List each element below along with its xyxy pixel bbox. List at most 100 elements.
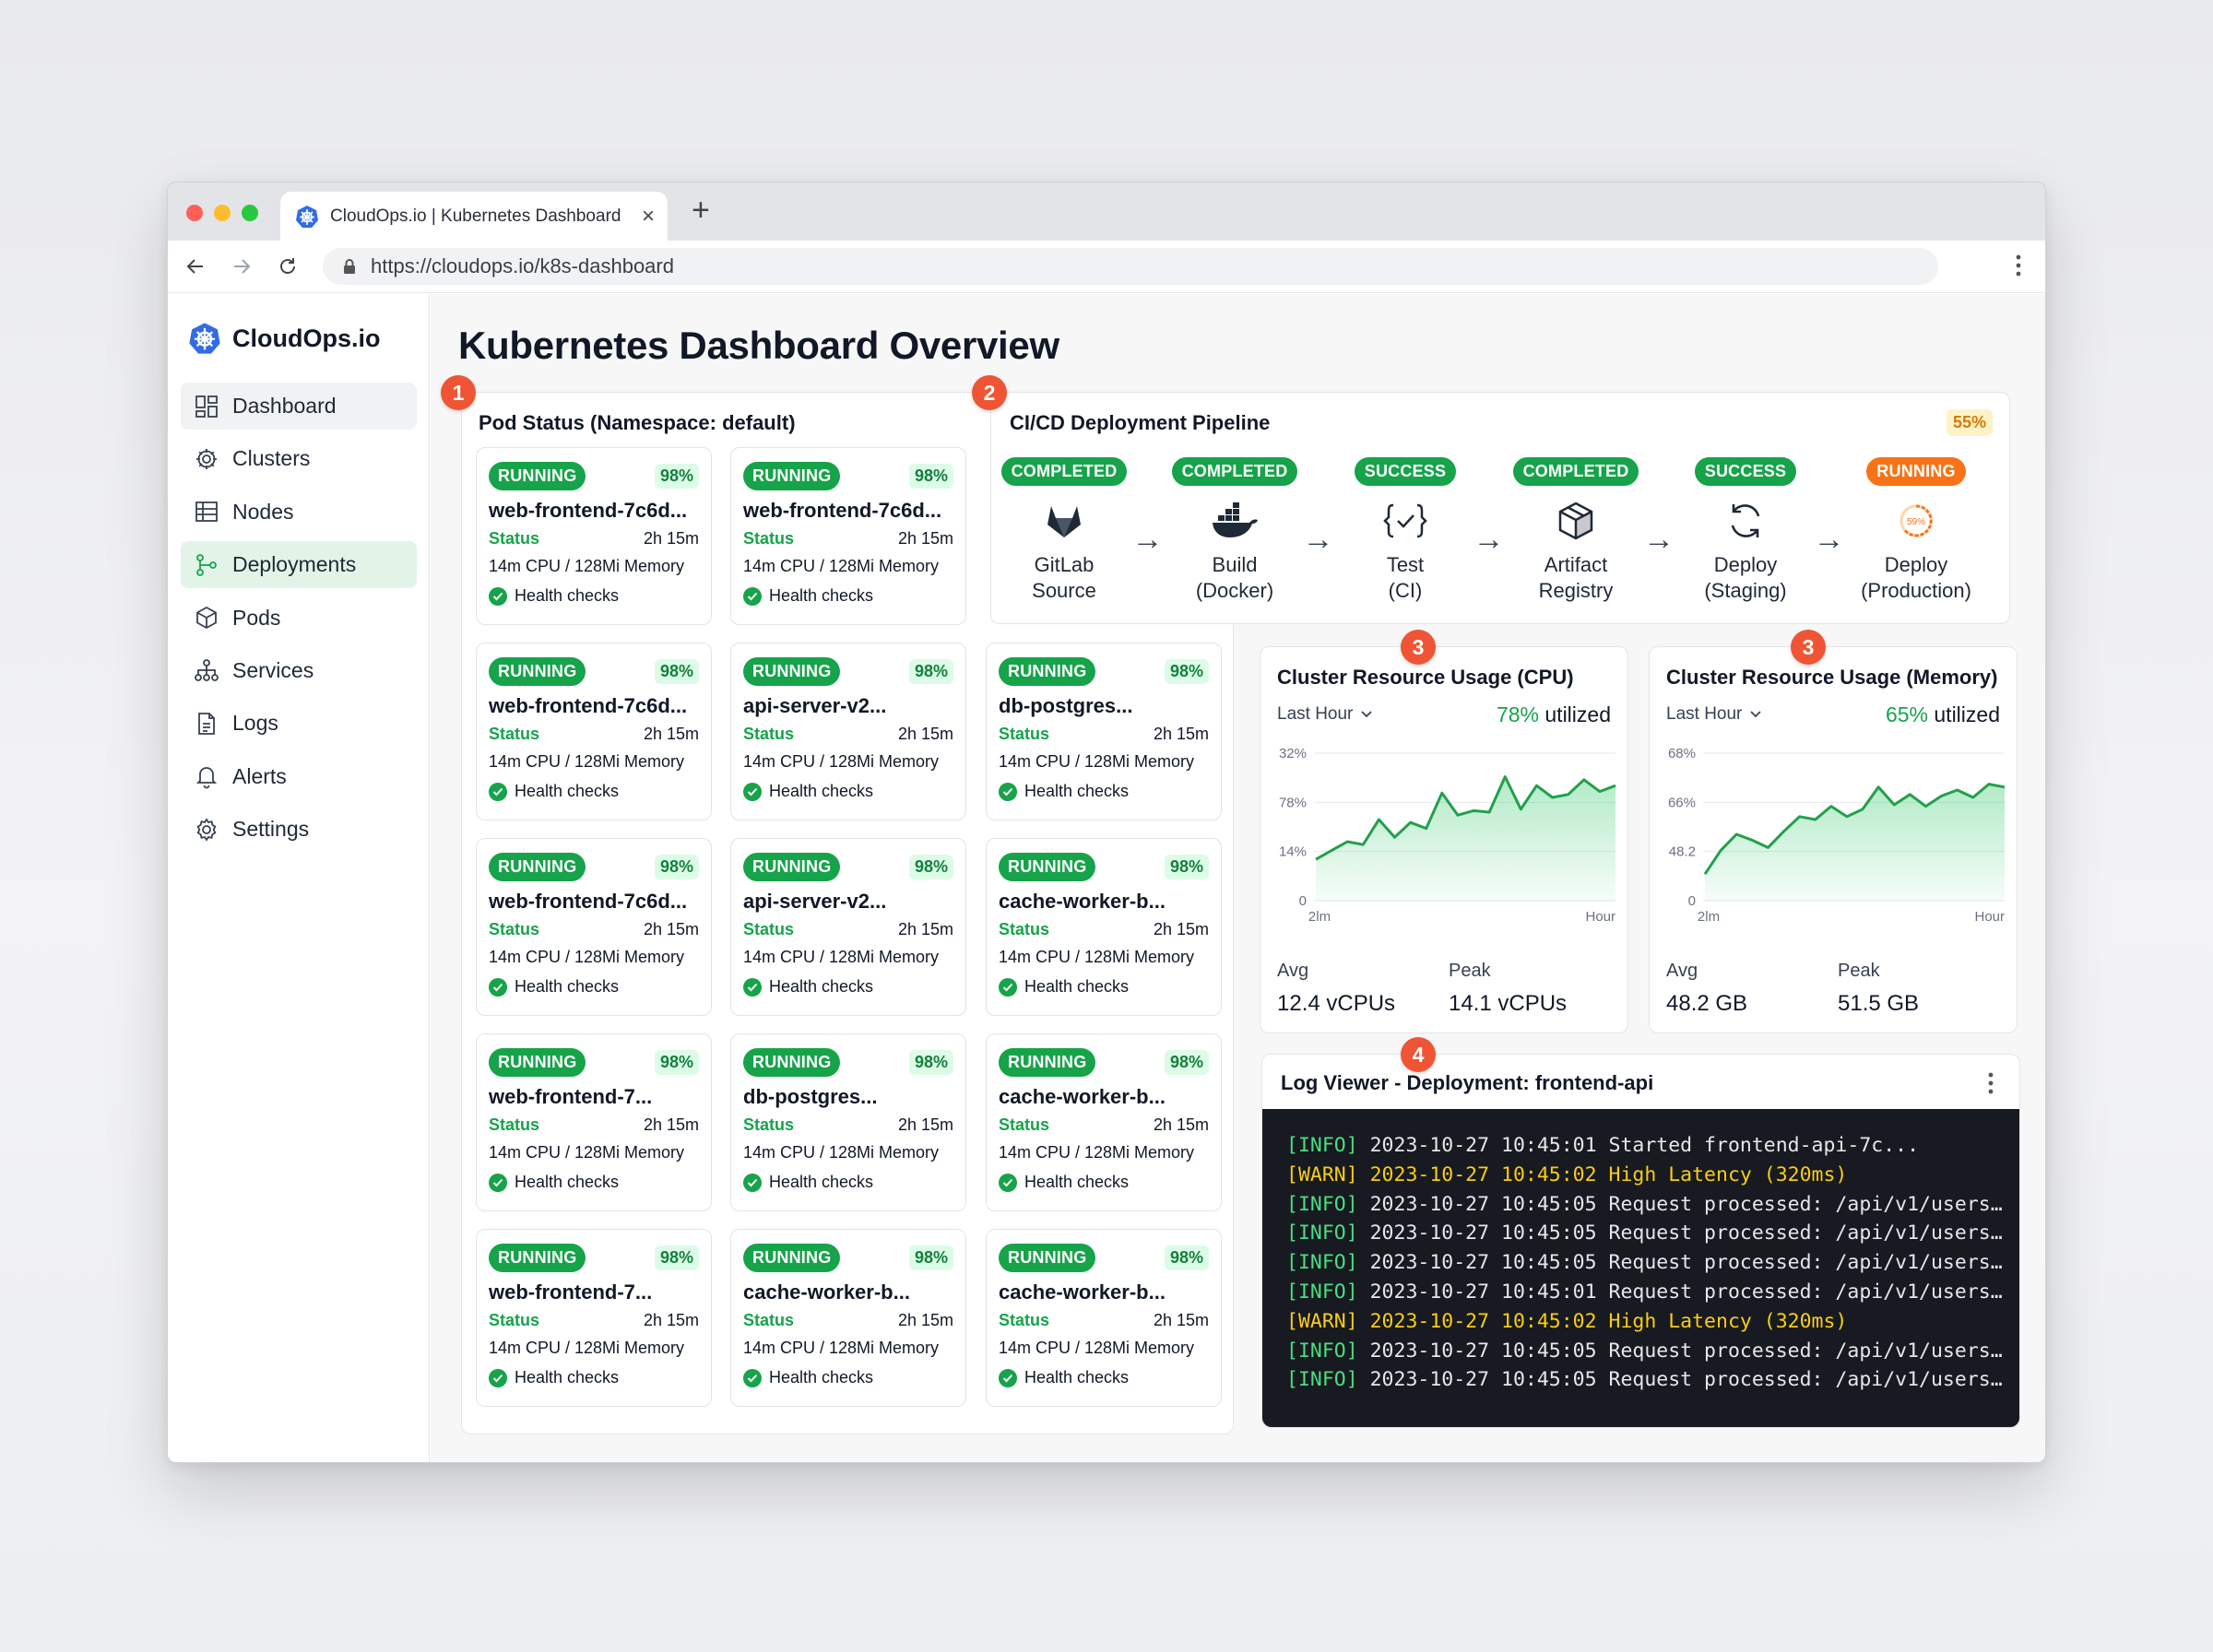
pod-status-label: Status bbox=[489, 1115, 540, 1134]
pod-card[interactable]: RUNNING 98% web-frontend-7... Status 2h 15m 1… bbox=[476, 1229, 712, 1407]
sidebar-item-pods[interactable]: Pods bbox=[181, 595, 417, 642]
pipeline-stage[interactable]: COMPLETED Artifact Registry bbox=[1511, 457, 1640, 604]
log-line: [INFO] 2023-10-27 10:45:01 Started front… bbox=[1286, 1131, 1995, 1161]
pod-age: 2h 15m bbox=[1153, 725, 1209, 743]
pod-card[interactable]: RUNNING 98% web-frontend-7c6d... Status 2h 1… bbox=[476, 838, 712, 1016]
pod-name: web-frontend-7c6d... bbox=[489, 499, 688, 522]
cpu-util-suffix: utilized bbox=[1544, 702, 1611, 726]
sidebar-item-label: Nodes bbox=[232, 499, 294, 524]
log-message: 2023-10-27 10:45:01 Started frontend-api… bbox=[1357, 1134, 1920, 1157]
pod-card[interactable]: RUNNING 98% db-postgres... Status 2h 15m 14m … bbox=[986, 643, 1222, 820]
pod-name: api-server-v2... bbox=[743, 890, 887, 913]
pipeline-stage[interactable]: RUNNING 59% Deploy (Production) bbox=[1852, 457, 1981, 604]
sidebar-item-dashboard[interactable]: Dashboard bbox=[181, 383, 417, 430]
pod-status-label: Status bbox=[999, 1311, 1050, 1329]
minimize-window-dot[interactable] bbox=[214, 205, 231, 221]
sidebar-item-nodes[interactable]: Nodes bbox=[181, 489, 417, 536]
pod-card[interactable]: RUNNING 98% cache-worker-b... Status 2h 15m 1… bbox=[986, 838, 1222, 1016]
marker-3-memory: 3 bbox=[1791, 630, 1826, 665]
pod-status-label: Status bbox=[999, 725, 1050, 743]
pod-health-percent: 98% bbox=[908, 658, 953, 684]
pod-status-badge: RUNNING bbox=[999, 1047, 1096, 1077]
pod-name: db-postgres... bbox=[999, 694, 1133, 717]
pod-name: web-frontend-7c6d... bbox=[489, 694, 688, 717]
pod-health-percent: 98% bbox=[908, 1245, 953, 1270]
brand-name: CloudOps.io bbox=[232, 324, 381, 352]
log-level: [WARN] bbox=[1286, 1162, 1358, 1186]
sidebar-item-deployments[interactable]: Deployments bbox=[181, 541, 417, 589]
forward-icon[interactable] bbox=[227, 252, 256, 281]
pod-card[interactable]: RUNNING 98% web-frontend-7... Status 2h 15m 1… bbox=[476, 1033, 712, 1211]
cpu-x-tick-label: 2lm bbox=[1308, 909, 1331, 925]
pipeline-stage[interactable]: COMPLETED GitLab Source bbox=[1000, 457, 1129, 604]
log-level: [INFO] bbox=[1286, 1221, 1358, 1245]
stage-status-badge: SUCCESS bbox=[1354, 457, 1457, 486]
pod-status-badge: RUNNING bbox=[489, 1243, 586, 1272]
pod-status-badge: RUNNING bbox=[489, 1047, 586, 1077]
memory-range-dropdown[interactable]: Last Hour bbox=[1666, 704, 1762, 725]
pipeline-stage[interactable]: SUCCESS Test (CI) bbox=[1341, 457, 1470, 604]
sidebar-item-alerts[interactable]: Alerts bbox=[181, 753, 417, 800]
check-circle-icon bbox=[999, 1368, 1017, 1387]
stage-label-line1: Test bbox=[1386, 553, 1425, 576]
pipeline-panel: CI/CD Deployment Pipeline 55% COMPLETED G… bbox=[990, 392, 2010, 624]
pod-card[interactable]: RUNNING 98% api-server-v2... Status 2h 15m 14… bbox=[730, 643, 966, 820]
cpu-range-dropdown[interactable]: Last Hour bbox=[1277, 704, 1373, 725]
reload-icon[interactable] bbox=[273, 252, 302, 281]
pod-health-percent: 98% bbox=[654, 1245, 699, 1270]
maximize-window-dot[interactable] bbox=[242, 205, 258, 221]
log-menu-icon[interactable] bbox=[1988, 1071, 1994, 1100]
browser-tab[interactable]: CloudOps.io | Kubernetes Dashboard × bbox=[280, 192, 668, 241]
cpu-avg-label: Avg bbox=[1277, 961, 1309, 981]
sidebar-item-logs[interactable]: Logs bbox=[181, 700, 417, 747]
new-tab-icon[interactable]: + bbox=[692, 195, 710, 226]
log-level: [INFO] bbox=[1286, 1339, 1358, 1363]
stage-label-line2: Registry bbox=[1538, 579, 1614, 602]
page-title: Kubernetes Dashboard Overview bbox=[458, 324, 1059, 367]
ring-text: 59% bbox=[1907, 517, 1925, 527]
log-message: 2023-10-27 10:45:02 High Latency (320ms) bbox=[1357, 1309, 1848, 1333]
pod-health-label: Health checks bbox=[769, 977, 874, 996]
pod-status-badge: RUNNING bbox=[999, 656, 1096, 686]
pipeline-stage[interactable]: SUCCESS Deploy (Staging) bbox=[1681, 457, 1810, 604]
address-bar: https://cloudops.io/k8s-dashboard bbox=[168, 241, 2045, 293]
close-window-dot[interactable] bbox=[186, 205, 203, 221]
pod-card[interactable]: RUNNING 98% web-frontend-7c6d... Status 2h 1… bbox=[476, 447, 712, 625]
memory-y-tick-label: 48.2 bbox=[1669, 844, 1696, 860]
log-message: 2023-10-27 10:45:01 Request processed: /… bbox=[1357, 1280, 2003, 1304]
log-terminal[interactable]: [INFO] 2023-10-27 10:45:01 Started front… bbox=[1262, 1109, 2019, 1427]
sidebar-item-services[interactable]: Services bbox=[181, 647, 417, 694]
pod-status-label: Status bbox=[743, 725, 795, 743]
browser-menu-icon[interactable] bbox=[2016, 254, 2021, 282]
pod-card[interactable]: RUNNING 98% cache-worker-b... Status 2h 15m 1… bbox=[730, 1229, 966, 1407]
check-circle-icon bbox=[489, 1173, 507, 1192]
sidebar-item-clusters[interactable]: Clusters bbox=[181, 435, 417, 482]
pipeline-stage[interactable]: COMPLETED Build (Docker) bbox=[1170, 457, 1299, 604]
pod-resources: 14m CPU / 128Mi Memory bbox=[489, 948, 685, 966]
stage-label-line2: (CI) bbox=[1388, 579, 1423, 602]
back-icon[interactable] bbox=[181, 252, 210, 281]
pod-card[interactable]: RUNNING 98% cache-worker-b... Status 2h 15m 1… bbox=[986, 1229, 1222, 1407]
url-field[interactable]: https://cloudops.io/k8s-dashboard bbox=[323, 248, 1938, 285]
brand-logo[interactable]: CloudOps.io bbox=[188, 322, 380, 355]
pod-status-badge: RUNNING bbox=[489, 656, 586, 686]
pod-card[interactable]: RUNNING 98% cache-worker-b... Status 2h 15m 1… bbox=[986, 1033, 1222, 1211]
memory-range-label: Last Hour bbox=[1666, 704, 1743, 724]
pod-card[interactable]: RUNNING 98% api-server-v2... Status 2h 15m 14… bbox=[730, 838, 966, 1016]
pod-status-badge: RUNNING bbox=[999, 1243, 1096, 1272]
cpu-range-label: Last Hour bbox=[1277, 704, 1354, 724]
pod-card[interactable]: RUNNING 98% web-frontend-7c6d... Status 2h 1… bbox=[730, 447, 966, 625]
pod-health-label: Health checks bbox=[1024, 1173, 1130, 1191]
pod-card[interactable]: RUNNING 98% web-frontend-7c6d... Status 2h 1… bbox=[476, 643, 712, 820]
pod-health-percent: 98% bbox=[1164, 1245, 1209, 1270]
memory-y-tick-label: 0 bbox=[1688, 893, 1696, 909]
pod-card[interactable]: RUNNING 98% db-postgres... Status 2h 15m 14m … bbox=[730, 1033, 966, 1211]
pod-status-label: Status bbox=[999, 920, 1050, 938]
logs-icon bbox=[198, 712, 215, 735]
pod-name: cache-worker-b... bbox=[999, 890, 1166, 913]
pod-age: 2h 15m bbox=[897, 920, 953, 938]
sidebar-item-settings[interactable]: Settings bbox=[181, 806, 417, 853]
cpu-utilization: 78% utilized bbox=[1497, 702, 1611, 727]
close-tab-icon[interactable]: × bbox=[642, 205, 655, 228]
pod-name: cache-worker-b... bbox=[999, 1280, 1166, 1304]
